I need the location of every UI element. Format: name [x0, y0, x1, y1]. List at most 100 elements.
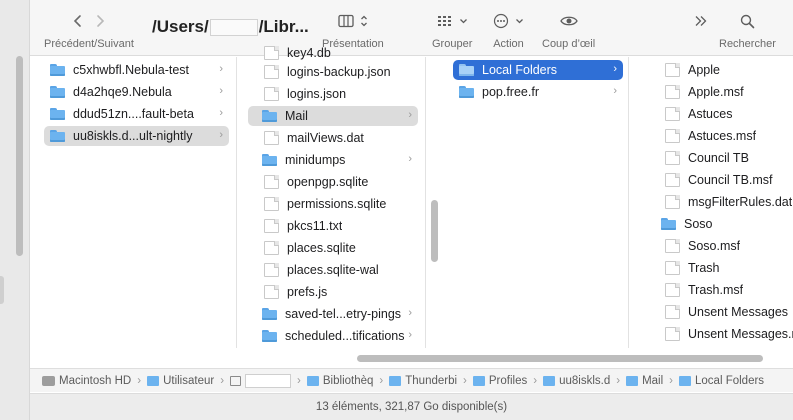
list-item[interactable]: Unsent Messages.r	[663, 324, 793, 344]
toolbar-overflow-button[interactable]	[694, 10, 708, 32]
title-path-start: /Users/	[152, 17, 209, 36]
column-gutter	[220, 57, 238, 348]
crumb-home[interactable]	[230, 373, 292, 388]
list-item[interactable]: Astuces.msf	[663, 126, 793, 146]
double-chevron-right-icon	[695, 16, 707, 26]
horizontal-scrollbar[interactable]	[357, 355, 763, 362]
list-item[interactable]: d4a2hqe9.Nebula ›	[44, 82, 229, 102]
status-text: 13 éléments, 321,87 Go disponible(s)	[315, 401, 508, 413]
crumb-profile[interactable]: uu8iskls.d	[543, 375, 610, 387]
list-item[interactable]: openpgp.sqlite	[256, 172, 418, 192]
redacted-username	[209, 18, 258, 36]
list-item[interactable]: Apple	[663, 60, 793, 80]
crumb-local-folders[interactable]: Local Folders	[679, 375, 764, 387]
folder-icon	[50, 85, 65, 100]
chevron-right-icon: ›	[669, 374, 674, 387]
list-item[interactable]: scheduled...tifications ›	[256, 326, 418, 346]
updown-chevron-icon	[360, 15, 367, 27]
list-item[interactable]: Astuces	[663, 104, 793, 124]
background-window-strip	[0, 0, 30, 420]
file-icon	[665, 85, 680, 99]
list-item[interactable]: Trash	[663, 258, 793, 278]
list-item[interactable]: places.sqlite	[256, 238, 418, 258]
list-item[interactable]: c5xhwbfl.Nebula-test ›	[44, 60, 229, 80]
list-item-selected[interactable]: uu8iskls.d...ult-nightly ›	[44, 126, 229, 146]
list-item-selected[interactable]: Local Folders ›	[453, 60, 623, 80]
action-menu[interactable]: Action	[493, 10, 524, 50]
crumb-thunderbird[interactable]: Thunderbi	[389, 375, 457, 387]
folder-icon	[262, 109, 277, 124]
ellipsis-circle-icon	[493, 13, 509, 29]
file-icon	[665, 63, 680, 77]
title-path-end: /Libr...	[258, 17, 309, 36]
file-icon	[665, 239, 680, 253]
window-title: /Users/ /Libr...	[152, 17, 309, 37]
column-mail: Local Folders › pop.free.fr ›	[441, 57, 629, 348]
list-item[interactable]: prefs.js	[256, 282, 418, 302]
column-profile-contents: key4.db logins-backup.json logins.json M…	[238, 46, 426, 348]
search-button[interactable]: Rechercher	[719, 10, 776, 50]
chevron-right-icon: ›	[379, 374, 384, 387]
column-local-folders: Apple Apple.msf Astuces Astuces.msf Coun…	[647, 57, 793, 348]
list-item[interactable]: ddud51zn....fault-beta ›	[44, 104, 229, 124]
file-icon	[264, 197, 279, 211]
list-item[interactable]: places.sqlite-wal	[256, 260, 418, 280]
background-scrollbar	[16, 56, 23, 256]
list-item-selected[interactable]: Mail ›	[248, 106, 418, 126]
chevron-right-icon: ›	[613, 85, 617, 97]
quicklook-button[interactable]: Coup d’œil	[542, 10, 595, 50]
chevron-right-icon: ›	[613, 63, 617, 75]
list-item[interactable]: Trash.msf	[663, 280, 793, 300]
list-item[interactable]: Soso	[661, 214, 793, 234]
column-profiles: c5xhwbfl.Nebula-test › d4a2hqe9.Nebula ›…	[30, 57, 237, 348]
search-icon	[740, 14, 755, 28]
crumb-users[interactable]: Utilisateur	[147, 375, 214, 387]
column-view-icon	[338, 14, 354, 28]
chevron-right-icon: ›	[137, 374, 142, 387]
group-menu[interactable]: Grouper	[432, 10, 472, 50]
crumb-library[interactable]: Bibliothèq	[306, 375, 373, 387]
list-item-partial[interactable]: key4.db	[256, 46, 426, 60]
file-icon	[264, 65, 279, 79]
list-item[interactable]: Soso.msf	[663, 236, 793, 256]
list-item[interactable]: Apple.msf	[663, 82, 793, 102]
file-icon	[665, 261, 680, 275]
quicklook-label: Coup d’œil	[542, 38, 596, 50]
file-icon	[665, 305, 680, 319]
chevron-right-icon: ›	[297, 374, 301, 387]
file-icon	[264, 46, 279, 60]
file-icon	[665, 107, 680, 121]
column-scrollbar[interactable]	[431, 200, 438, 262]
file-icon	[264, 263, 279, 277]
list-item[interactable]: mailViews.dat	[256, 128, 418, 148]
crumb-profiles[interactable]: Profiles	[472, 375, 527, 387]
list-item[interactable]: minidumps ›	[256, 150, 418, 170]
list-item[interactable]: pop.free.fr ›	[453, 82, 623, 102]
list-item[interactable]: logins.json	[256, 84, 418, 104]
back-button[interactable]	[72, 14, 84, 28]
chevron-left-icon	[73, 15, 81, 27]
list-item[interactable]: Council TB	[663, 148, 793, 168]
list-item[interactable]: permissions.sqlite	[256, 194, 418, 214]
file-icon	[665, 151, 680, 165]
folder-icon	[262, 307, 277, 322]
list-item[interactable]: Council TB.msf	[663, 170, 793, 190]
file-icon	[264, 219, 279, 233]
home-icon	[230, 375, 242, 386]
presentation-group[interactable]: Présentation	[322, 10, 384, 50]
list-item[interactable]: logins-backup.json	[256, 62, 418, 82]
nav-label: Précédent/Suivant	[44, 38, 134, 50]
disk-icon	[42, 375, 55, 386]
list-item[interactable]: pkcs11.txt	[256, 216, 418, 236]
chevron-right-icon: ›	[533, 374, 538, 387]
redacted-username	[245, 373, 292, 388]
folder-icon	[661, 217, 676, 232]
file-icon	[665, 173, 680, 187]
forward-button[interactable]	[94, 14, 106, 28]
crumb-mail[interactable]: Mail	[626, 375, 663, 387]
file-icon	[264, 175, 279, 189]
crumb-disk[interactable]: Macintosh HD	[42, 375, 131, 387]
list-item[interactable]: msgFilterRules.dat	[663, 192, 793, 212]
list-item[interactable]: saved-tel...etry-pings ›	[256, 304, 418, 324]
list-item[interactable]: Unsent Messages	[663, 302, 793, 322]
